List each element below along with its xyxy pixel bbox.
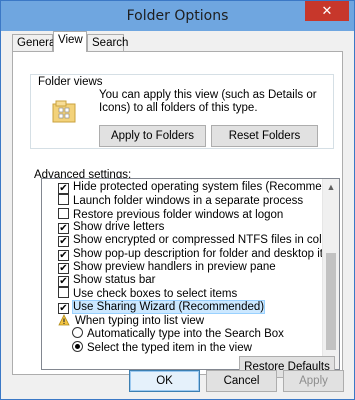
setting-label: Use Sharing Wizard (Recommended)	[71, 299, 266, 314]
ok-button[interactable]: OK	[129, 370, 200, 392]
setting-checkbox-row[interactable]: Use check boxes to select items	[58, 287, 237, 300]
setting-label: Show status bar	[73, 274, 156, 287]
setting-label: Show drive letters	[73, 220, 165, 233]
reset-folders-button[interactable]: Reset Folders	[211, 125, 318, 147]
setting-label: Show pop-up description for folder and d…	[73, 247, 340, 260]
checkbox-unchecked-icon[interactable]	[58, 207, 69, 219]
checkbox-unchecked-icon[interactable]	[58, 287, 69, 299]
setting-radio-row[interactable]: Select the typed item in the view	[72, 340, 252, 354]
radio-selected-icon[interactable]	[72, 340, 83, 352]
setting-checkbox-row[interactable]: Launch folder windows in a separate proc…	[58, 194, 303, 207]
settings-group-icon	[58, 314, 70, 326]
setting-checkbox-row[interactable]: ✔ Show pop-up description for folder and …	[58, 247, 340, 261]
tab-general[interactable]: General	[12, 34, 58, 52]
close-button[interactable]: ✕	[305, 1, 349, 21]
cancel-button[interactable]: Cancel	[206, 370, 277, 392]
scroll-up-icon[interactable]: ▲	[323, 179, 339, 196]
setting-checkbox-row[interactable]: ✔ Show preview handlers in preview pane	[58, 261, 276, 274]
title-bar[interactable]: Folder Options ✕	[1, 1, 354, 31]
window-title: Folder Options	[126, 8, 229, 24]
setting-label: Use check boxes to select items	[73, 288, 238, 301]
setting-checkbox-row[interactable]: ✔ Show drive letters	[58, 221, 164, 234]
advanced-settings-list[interactable]: ✔ Hide protected operating system files (…	[41, 178, 340, 370]
folder-options-window: Folder Options ✕ General View Search Fol…	[0, 0, 355, 400]
apply-button[interactable]: Apply	[283, 370, 344, 392]
setting-checkbox-row[interactable]: ✔ Show status bar	[58, 274, 156, 288]
checkbox-checked-icon[interactable]: ✔	[58, 302, 69, 314]
setting-label: Show encrypted or compressed NTFS files …	[73, 234, 332, 247]
setting-label: Hide protected operating system files (R…	[73, 181, 340, 193]
folder-views-label: Folder views	[36, 76, 105, 88]
setting-checkbox-row[interactable]: ✔ Show encrypted or compressed NTFS files…	[58, 234, 332, 248]
setting-label: When typing into list view	[75, 315, 205, 327]
list-scrollbar[interactable]: ▲ ▼	[322, 179, 339, 369]
folder-views-description: You can apply this view (such as Details…	[99, 89, 317, 114]
tab-view[interactable]: View	[53, 31, 87, 52]
checkbox-checked-icon[interactable]: ✔	[58, 236, 69, 248]
checkbox-unchecked-icon[interactable]	[58, 194, 69, 206]
setting-label: Restore previous folder windows at logon	[73, 208, 284, 221]
settings-group-header: When typing into list view	[58, 314, 204, 327]
checkbox-checked-icon[interactable]: ✔	[58, 222, 69, 234]
view-tab-panel: Folder views You can apply this view (su…	[12, 51, 343, 378]
checkbox-checked-icon[interactable]: ✔	[58, 183, 69, 194]
setting-radio-row[interactable]: Automatically type into the Search Box	[72, 327, 284, 340]
folder-views-icon	[52, 100, 76, 123]
radio-unselected-icon[interactable]	[72, 327, 83, 339]
dialog-client-area: General View Search Folder views You can…	[7, 31, 348, 393]
tab-search[interactable]: Search	[87, 34, 128, 52]
checkbox-checked-icon[interactable]: ✔	[58, 262, 69, 274]
checkbox-checked-icon[interactable]: ✔	[58, 249, 69, 261]
setting-label: Launch folder windows in a separate proc…	[73, 195, 304, 208]
setting-label: Show preview handlers in preview pane	[73, 260, 276, 273]
setting-label: Automatically type into the Search Box	[87, 328, 284, 341]
setting-checkbox-row[interactable]: ✔ Use Sharing Wizard (Recommended)	[58, 299, 266, 314]
setting-checkbox-row[interactable]: Restore previous folder windows at logon	[58, 207, 284, 221]
scroll-thumb[interactable]	[326, 253, 336, 350]
apply-to-folders-button[interactable]: Apply to Folders	[99, 125, 206, 147]
checkbox-checked-icon[interactable]: ✔	[58, 276, 69, 288]
setting-checkbox-row[interactable]: ✔ Hide protected operating system files (…	[58, 181, 340, 194]
setting-label: Select the typed item in the view	[87, 341, 252, 354]
